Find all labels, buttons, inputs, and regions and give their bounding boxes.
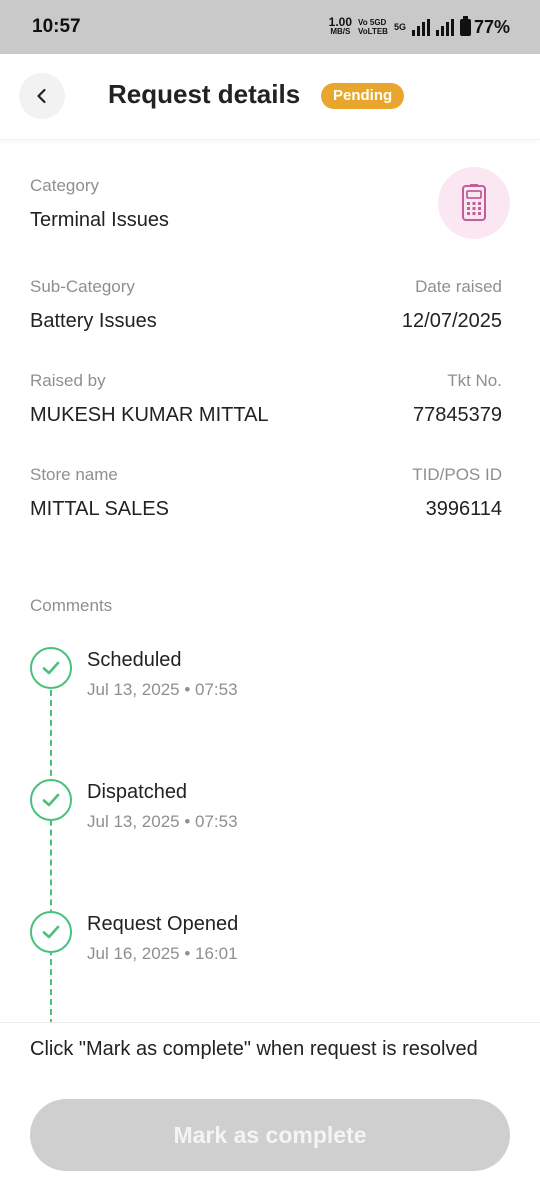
volte-bottom: VoLTEB [358, 27, 388, 36]
ticket-label: Tkt No. [447, 371, 502, 390]
status-icons: 1.00 MB/S Vo 5GD VoLTEB 5G 77% [328, 15, 510, 38]
status-bar: 10:57 1.00 MB/S Vo 5GD VoLTEB 5G 77% [0, 0, 540, 54]
volte-indicator: Vo 5GD VoLTEB [358, 18, 388, 36]
tid-label: TID/POS ID [412, 465, 502, 484]
timeline-item-title: Request Opened [87, 913, 239, 935]
check-icon [42, 793, 60, 807]
date-raised-value: 12/07/2025 [401, 310, 502, 332]
signal-icon [411, 18, 430, 36]
check-icon [42, 661, 60, 675]
timeline-item-time: Jul 13, 2025 • 07:53 [87, 680, 238, 699]
volte-top: Vo 5GD [358, 18, 387, 27]
chevron-left-icon [37, 88, 46, 104]
status-badge: Pending [321, 83, 405, 109]
subcategory-label: Sub-Category [30, 277, 135, 296]
net-speed-unit: MB/S [330, 27, 351, 36]
timeline-line [50, 690, 52, 1025]
page-title: Request details [108, 79, 301, 109]
net-speed-value: 1.00 [328, 15, 353, 29]
back-button[interactable] [19, 73, 65, 119]
battery: 77% [459, 15, 510, 38]
store-value: MITTAL SALES [30, 498, 169, 520]
timeline-item-time: Jul 13, 2025 • 07:53 [87, 812, 238, 831]
check-icon [42, 925, 60, 939]
raised-by-label: Raised by [30, 371, 106, 390]
subcategory-value: Battery Issues [30, 310, 157, 332]
timeline-item-title: Dispatched [87, 781, 188, 803]
footer: Click "Mark as complete" when request is… [0, 1022, 540, 1200]
ticket-value: 77845379 [413, 404, 502, 426]
battery-icon [459, 15, 471, 36]
battery-level: 77% [473, 16, 510, 37]
network-type: 5G [393, 22, 406, 32]
timeline-item-title: Scheduled [87, 649, 182, 671]
header: Request details Pending [0, 54, 540, 140]
date-raised-label: Date raised [415, 277, 502, 296]
check-circle-icon [30, 779, 72, 821]
category-value: Terminal Issues [30, 209, 169, 231]
comments-label: Comments [30, 596, 113, 615]
net-speed: 1.00 MB/S [328, 15, 353, 36]
check-circle-icon [30, 647, 72, 689]
category-label: Category [30, 176, 99, 195]
tid-value: 3996114 [425, 498, 502, 520]
store-label: Store name [30, 465, 118, 484]
raised-by-value: MUKESH KUMAR MITTAL [30, 404, 269, 426]
timeline-item-time: Jul 16, 2025 • 16:01 [87, 944, 238, 963]
status-time: 10:57 [32, 16, 81, 37]
pos-terminal-icon [462, 184, 486, 221]
footer-note: Click "Mark as complete" when request is… [30, 1038, 478, 1060]
check-circle-icon [30, 911, 72, 953]
mark-as-complete-button[interactable]: Mark as complete [30, 1099, 510, 1171]
pos-terminal-icon-badge [438, 167, 510, 239]
signal-icon-2 [435, 18, 454, 36]
